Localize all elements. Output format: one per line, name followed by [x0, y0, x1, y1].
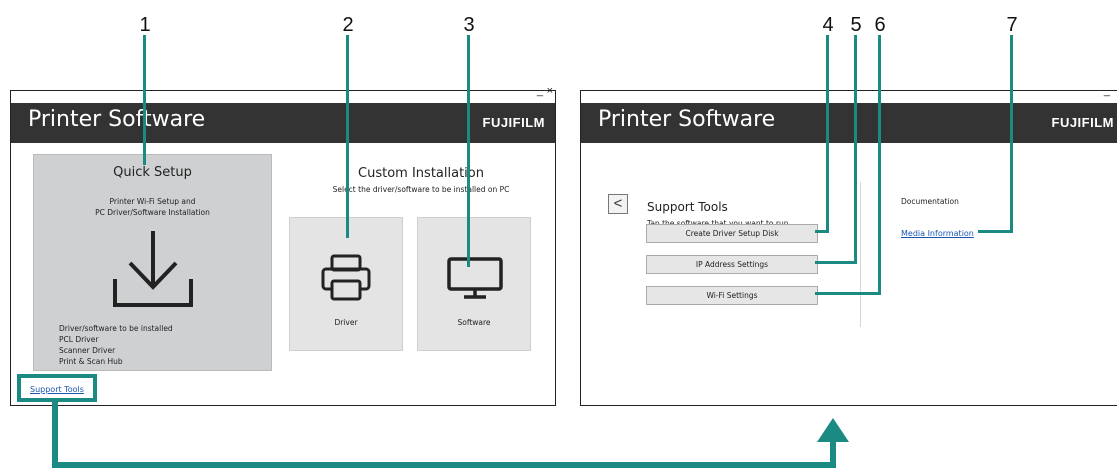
right-titlebar: _	[581, 85, 1117, 101]
callout-3: 3	[463, 14, 475, 36]
install-item-hub: Print & Scan Hub	[59, 357, 123, 366]
right-header: Printer Software FUJIFILM	[581, 103, 1117, 143]
install-list-heading: Driver/software to be installed	[59, 324, 173, 333]
callout-line-4-horizontal	[815, 230, 829, 233]
callout-line-7-horizontal	[978, 230, 1013, 233]
download-icon	[113, 231, 193, 307]
fujifilm-logo-right: FUJIFILM	[1051, 115, 1114, 130]
software-tile[interactable]: Software	[417, 217, 531, 351]
quick-setup-tile[interactable]: Quick Setup Printer Wi-Fi Setup and PC D…	[33, 154, 272, 371]
callout-line-2	[346, 35, 349, 238]
left-header: Printer Software FUJIFILM	[11, 103, 555, 143]
callout-line-7-vertical	[1010, 35, 1013, 232]
callout-line-6-vertical	[878, 35, 881, 295]
documentation-label: Documentation	[901, 197, 959, 206]
minimize-button[interactable]: _	[537, 85, 543, 97]
callout-2: 2	[342, 14, 354, 36]
install-item-scanner: Scanner Driver	[59, 346, 116, 355]
quick-setup-desc-2: PC Driver/Software Installation	[95, 208, 210, 217]
left-titlebar: _ ×	[11, 85, 555, 101]
column-divider	[860, 182, 861, 327]
support-tools-link[interactable]: Support Tools	[30, 385, 84, 394]
minimize-button-right[interactable]: _	[1104, 85, 1110, 97]
callout-line-6-horizontal	[815, 292, 881, 295]
wifi-settings-button[interactable]: Wi-Fi Settings	[646, 286, 818, 305]
custom-installation-heading: Custom Installation	[358, 166, 484, 181]
back-button[interactable]: <	[608, 194, 628, 214]
software-label: Software	[457, 318, 491, 327]
quick-setup-desc-1: Printer Wi-Fi Setup and	[109, 197, 196, 206]
flow-arrow-head-icon	[817, 418, 849, 442]
right-window: _ Printer Software FUJIFILM < Support To…	[580, 85, 1117, 406]
printer-icon	[321, 254, 371, 301]
install-item-pcl: PCL Driver	[59, 335, 99, 344]
app-title-right: Printer Software	[598, 107, 776, 132]
left-window: _ × Printer Software FUJIFILM Quick Setu…	[10, 85, 556, 406]
quick-setup-heading: Quick Setup	[113, 165, 192, 180]
flow-arrow-horizontal-segment	[52, 462, 836, 468]
callout-line-5-horizontal	[815, 261, 857, 264]
fujifilm-logo: FUJIFILM	[482, 115, 545, 130]
media-information-link[interactable]: Media Information	[901, 229, 974, 238]
flow-arrow-down-segment	[52, 401, 58, 468]
close-button[interactable]: ×	[547, 85, 553, 97]
driver-label: Driver	[334, 318, 358, 327]
callout-line-4-vertical	[826, 35, 829, 232]
callout-line-5-vertical	[854, 35, 857, 264]
support-tools-heading: Support Tools	[647, 200, 728, 214]
ip-address-settings-button[interactable]: IP Address Settings	[646, 255, 818, 274]
monitor-icon	[447, 257, 503, 299]
callout-7: 7	[1006, 14, 1018, 36]
app-title: Printer Software	[28, 107, 206, 132]
callout-6: 6	[874, 14, 886, 36]
create-driver-setup-disk-button[interactable]: Create Driver Setup Disk	[646, 224, 818, 243]
flow-arrow-up-segment	[830, 440, 836, 468]
callout-line-1	[143, 35, 146, 165]
callout-4: 4	[822, 14, 834, 36]
callout-1: 1	[139, 14, 151, 36]
callout-5: 5	[850, 14, 862, 36]
callout-line-3	[467, 35, 470, 267]
custom-installation-subheading: Select the driver/software to be install…	[332, 185, 510, 194]
